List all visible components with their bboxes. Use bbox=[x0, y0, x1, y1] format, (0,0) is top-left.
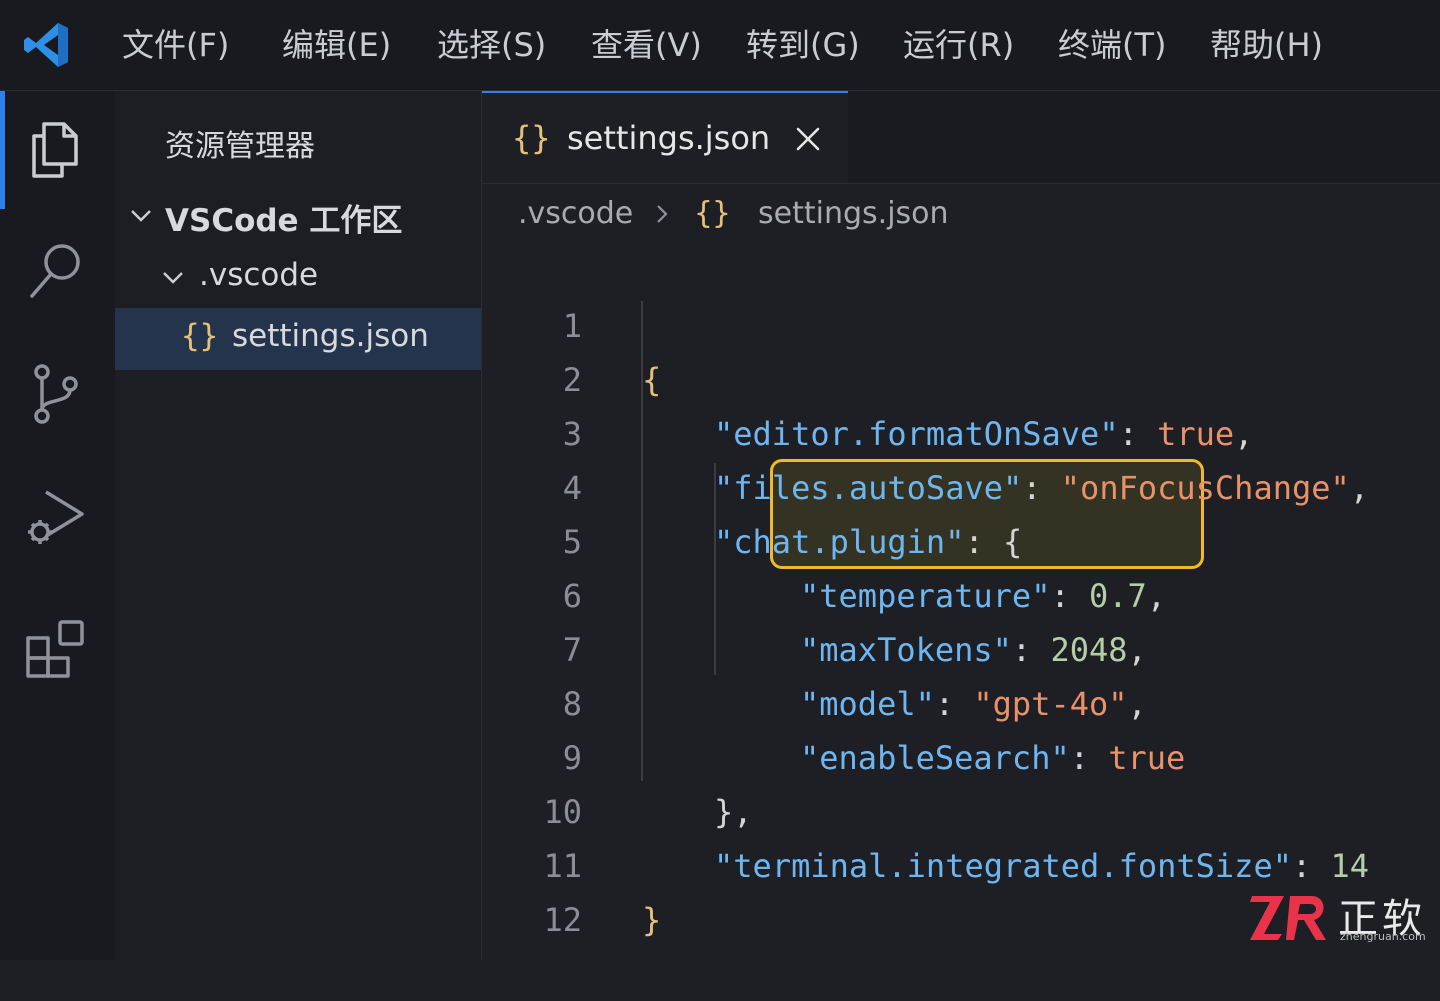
run-debug-icon[interactable] bbox=[24, 486, 88, 550]
tab-label: settings.json bbox=[567, 119, 771, 157]
editor-area: {} settings.json .vscode {} settings.jso… bbox=[482, 91, 1440, 960]
menu-view[interactable]: 查看(V) bbox=[591, 24, 702, 66]
code-line: 6 "maxTokens": 2048, bbox=[482, 515, 1440, 669]
menu-run[interactable]: 运行(R) bbox=[903, 24, 1014, 66]
code-line: 9 }, bbox=[482, 677, 1440, 831]
code-line: 5 "temperature": 0.7, bbox=[482, 461, 1440, 615]
code-line: 10 "terminal.integrated.fontSize": 14 bbox=[482, 731, 1440, 885]
explorer-sidebar: 资源管理器 VSCode 工作区 .vscode {} settings.jso… bbox=[115, 91, 482, 960]
tree-item-vscode-folder[interactable]: .vscode bbox=[115, 247, 481, 309]
activity-active-indicator bbox=[0, 91, 5, 209]
code-line: 7 "model": "gpt-4o", bbox=[482, 569, 1440, 723]
chevron-down-icon bbox=[131, 210, 151, 222]
tree-item-settings-file[interactable]: {} settings.json bbox=[115, 308, 481, 370]
watermark: 正软 zhengruan.com bbox=[1250, 888, 1430, 948]
source-control-icon[interactable] bbox=[24, 362, 88, 426]
tree-label-settings-file: settings.json bbox=[232, 318, 429, 354]
breadcrumb: .vscode {} settings.json bbox=[518, 195, 949, 239]
json-brace: } bbox=[642, 901, 662, 939]
json-file-icon: {} bbox=[181, 318, 219, 354]
code-line: 11 } bbox=[482, 785, 1440, 939]
code-line: 2 "editor.formatOnSave": true, bbox=[482, 299, 1440, 453]
explorer-icon[interactable] bbox=[24, 118, 88, 182]
menu-help[interactable]: 帮助(H) bbox=[1210, 24, 1323, 66]
title-bar: 文件(F) 编辑(E) 选择(S) 查看(V) 转到(G) 运行(R) 终端(T… bbox=[0, 0, 1440, 91]
close-icon[interactable] bbox=[794, 125, 822, 153]
menu-go[interactable]: 转到(G) bbox=[746, 24, 860, 66]
code-line: 3 "files.autoSave": "onFocusChange", bbox=[482, 353, 1440, 507]
menu-selection[interactable]: 选择(S) bbox=[437, 24, 546, 66]
menu-file[interactable]: 文件(F) bbox=[122, 24, 229, 66]
chevron-down-icon bbox=[163, 272, 183, 284]
line-number: 12 bbox=[543, 901, 582, 939]
tab-settings-json[interactable]: {} settings.json bbox=[482, 91, 848, 183]
extensions-icon[interactable] bbox=[24, 616, 88, 680]
menu-edit[interactable]: 编辑(E) bbox=[282, 24, 391, 66]
breadcrumb-folder[interactable]: .vscode bbox=[518, 196, 633, 231]
vscode-logo-icon[interactable] bbox=[22, 20, 72, 70]
tree-label-workspace: VSCode 工作区 bbox=[165, 203, 403, 239]
watermark-url: zhengruan.com bbox=[1340, 930, 1426, 943]
zr-logo-icon bbox=[1250, 896, 1326, 940]
chevron-right-icon bbox=[657, 204, 668, 223]
code-line: 4 "chat.plugin": { bbox=[482, 407, 1440, 561]
code-line: 8 "enableSearch": true bbox=[482, 623, 1440, 777]
code-line: 12 bbox=[482, 839, 1440, 939]
tree-item-workspace[interactable]: VSCode 工作区 bbox=[115, 185, 481, 247]
code-line: 1 { bbox=[482, 245, 1440, 399]
sidebar-title: 资源管理器 bbox=[165, 129, 315, 164]
json-file-icon: {} bbox=[694, 196, 731, 231]
menu-terminal[interactable]: 终端(T) bbox=[1058, 24, 1167, 66]
tree-label-vscode-folder: .vscode bbox=[199, 257, 319, 293]
tab-strip: {} settings.json bbox=[482, 91, 1440, 184]
breadcrumb-file[interactable]: settings.json bbox=[758, 196, 949, 231]
json-file-icon: {} bbox=[512, 119, 551, 157]
search-icon[interactable] bbox=[24, 238, 88, 302]
